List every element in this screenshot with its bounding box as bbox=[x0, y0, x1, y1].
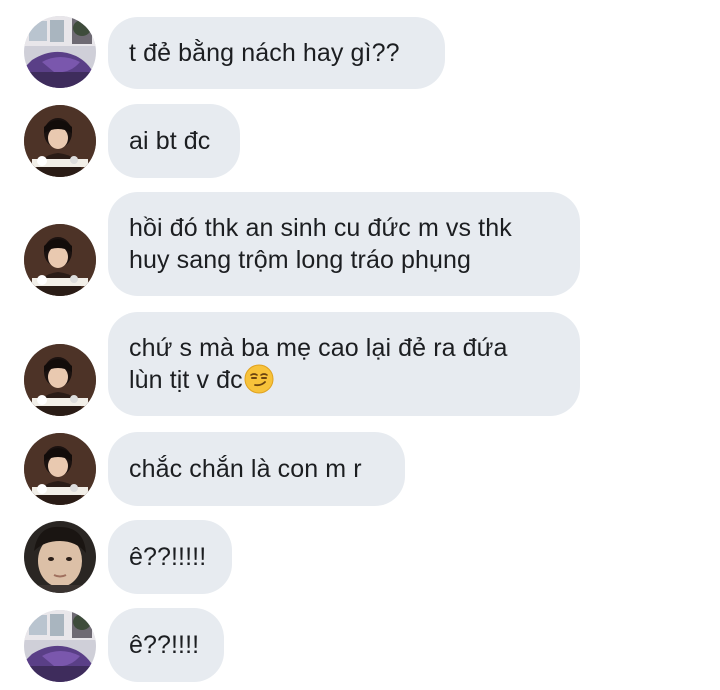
message-row: ê??!!!!! bbox=[0, 520, 720, 594]
message-text: chứ s mà ba mẹ cao lại đẻ ra đứa lùn tịt… bbox=[129, 332, 508, 396]
message-bubble[interactable]: ai bt đc bbox=[108, 104, 240, 178]
message-row: hồi đó thk an sinh cu đức m vs thk huy s… bbox=[0, 192, 720, 296]
avatar-person-dark[interactable] bbox=[24, 224, 96, 296]
avatar-purple-room[interactable] bbox=[24, 610, 96, 682]
message-bubble[interactable]: chắc chắn là con m r bbox=[108, 432, 405, 506]
message-row: t đẻ bằng nách hay gì?? bbox=[0, 14, 720, 90]
message-row: ê??!!!! bbox=[0, 608, 720, 682]
message-bubble[interactable]: chứ s mà ba mẹ cao lại đẻ ra đứa lùn tịt… bbox=[108, 312, 580, 416]
message-text: ê??!!!!! bbox=[129, 543, 207, 571]
smirking-face-emoji bbox=[244, 364, 274, 394]
message-bubble[interactable]: t đẻ bằng nách hay gì?? bbox=[108, 17, 445, 89]
message-bubble[interactable]: hồi đó thk an sinh cu đức m vs thk huy s… bbox=[108, 192, 580, 296]
avatar-person-dark[interactable] bbox=[24, 433, 96, 505]
chat-thread: t đẻ bằng nách hay gì?? ai bt đc hồi đó … bbox=[0, 0, 720, 690]
message-row: chứ s mà ba mẹ cao lại đẻ ra đứa lùn tịt… bbox=[0, 312, 720, 416]
message-text: hồi đó thk an sinh cu đức m vs thk huy s… bbox=[129, 214, 512, 274]
message-row: ai bt đc bbox=[0, 104, 720, 178]
message-text: chắc chắn là con m r bbox=[129, 455, 362, 483]
avatar-person-dark[interactable] bbox=[24, 344, 96, 416]
message-bubble[interactable]: ê??!!!!! bbox=[108, 520, 232, 594]
message-text: ai bt đc bbox=[129, 127, 211, 155]
avatar-person-face[interactable] bbox=[24, 521, 96, 593]
message-text: ê??!!!! bbox=[129, 631, 200, 659]
message-bubble[interactable]: ê??!!!! bbox=[108, 608, 224, 682]
avatar-person-dark[interactable] bbox=[24, 105, 96, 177]
message-text-content: chứ s mà ba mẹ cao lại đẻ ra đứa lùn tịt… bbox=[129, 334, 508, 394]
message-text: t đẻ bằng nách hay gì?? bbox=[129, 39, 400, 67]
message-row: chắc chắn là con m r bbox=[0, 432, 720, 506]
avatar-purple-room[interactable] bbox=[24, 16, 96, 88]
